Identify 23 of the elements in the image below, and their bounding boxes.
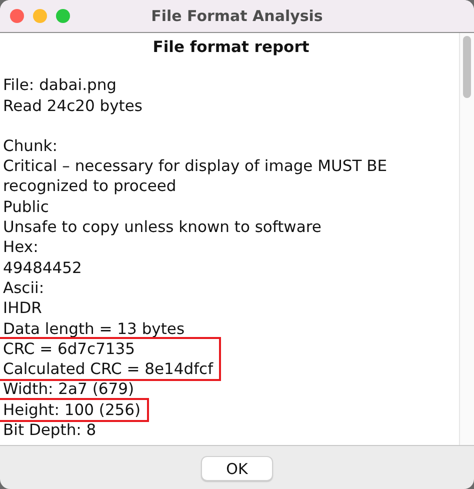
window-title: File Format Analysis — [151, 7, 323, 25]
report-line: IHDR — [3, 298, 42, 319]
report-line: Read 24c20 bytes — [3, 96, 142, 116]
report-line: Height: 100 (256) — [3, 400, 141, 420]
report-line: Public — [3, 196, 49, 218]
report-line: Width: 2a7 (679) — [3, 379, 134, 400]
zoom-button[interactable] — [56, 9, 70, 23]
report-line: Data length = 13 bytes — [3, 318, 185, 339]
report-line: Bit Depth: 8 — [3, 420, 96, 440]
report-line: Calculated CRC = 8e14dfcf — [3, 359, 214, 380]
report-line: Chunk: — [3, 136, 58, 156]
scrollbar-thumb[interactable] — [463, 36, 471, 98]
ok-button[interactable]: OK — [201, 456, 273, 481]
report-line: Unsafe to copy unless known to software — [3, 217, 322, 238]
report-line: 49484452 — [3, 258, 82, 278]
minimize-button[interactable] — [33, 9, 47, 23]
report-line: File: dabai.png — [3, 75, 116, 96]
report-line: Ascii: — [3, 278, 44, 298]
report-heading: File format report — [152, 37, 310, 58]
close-button[interactable] — [10, 9, 24, 23]
report-line: Hex: — [3, 237, 38, 258]
report-line: CRC = 6d7c7135 — [3, 338, 136, 360]
report-line: Critical – necessary for display of image MUST BE recognized to proceed — [3, 156, 388, 197]
